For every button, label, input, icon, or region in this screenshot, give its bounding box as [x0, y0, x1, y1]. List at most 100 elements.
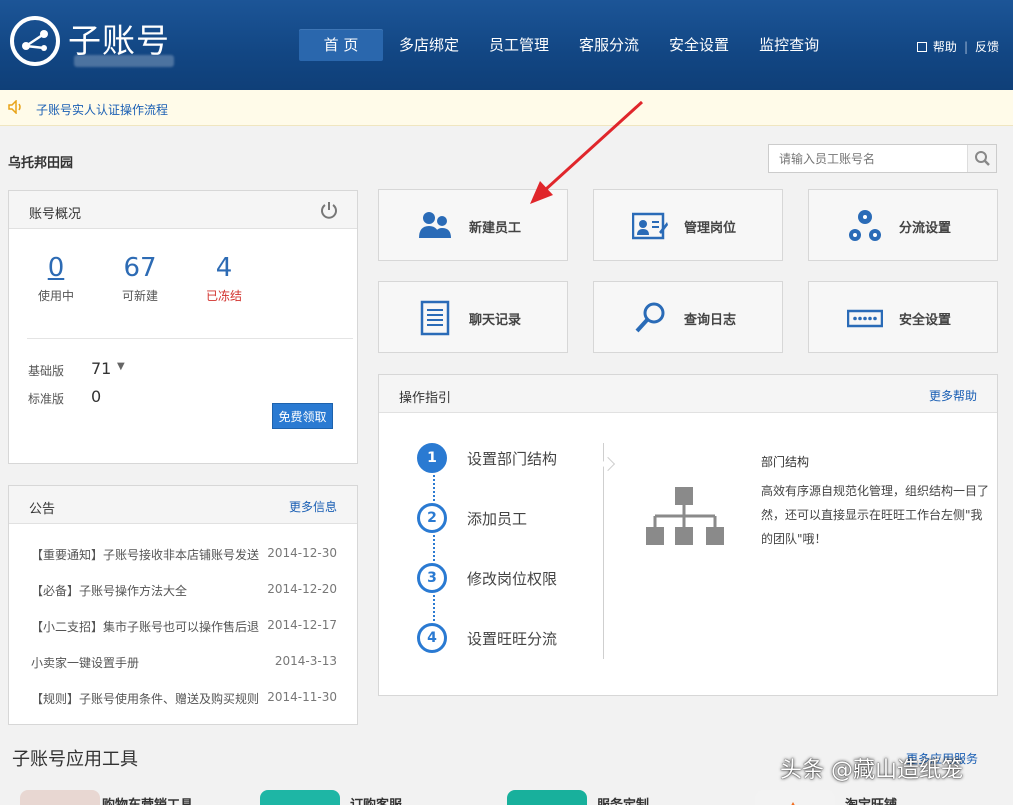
panel-header: 操作指引 更多帮助 — [379, 375, 997, 413]
guide-panel: 操作指引 更多帮助 1 设置部门结构 2 添加员工 3 修改岗位权限 4 设置旺… — [378, 374, 998, 696]
stat-frozen-value[interactable]: 4 — [194, 253, 254, 283]
external-link-icon — [916, 41, 927, 52]
news-date: 2014-12-17 — [267, 618, 337, 632]
news-date: 2014-3-13 — [274, 654, 337, 668]
nav-monitor[interactable]: 监控查询 — [747, 29, 831, 61]
nav-service-flow[interactable]: 客服分流 — [567, 29, 651, 61]
tile-manage-roles[interactable]: 管理岗位 — [593, 189, 783, 261]
panel-title: 公告 — [29, 502, 56, 517]
step-connector — [433, 475, 435, 501]
step-connector — [433, 535, 435, 561]
step-number: 1 — [417, 443, 447, 473]
tile-security-settings[interactable]: 安全设置 — [808, 281, 998, 353]
tools-section-title: 子账号应用工具 — [12, 749, 138, 770]
step-label[interactable]: 设置部门结构 — [467, 448, 557, 469]
help-link[interactable]: 帮助 — [933, 38, 957, 55]
shop-name: 乌托邦田园 — [8, 156, 74, 171]
step-number: 4 — [417, 623, 447, 653]
step-label[interactable]: 设置旺旺分流 — [467, 628, 557, 649]
version-standard-value: 0 — [91, 387, 102, 406]
nav-security[interactable]: 安全设置 — [657, 29, 741, 61]
account-overview-panel: 账号概况 0 使用中 67 可新建 4 已冻结 基础版 71 ▼ 标准版 0 免… — [8, 190, 358, 464]
tile-label: 聊天记录 — [469, 313, 522, 328]
tool-name[interactable]: 购物车营销工具 — [102, 794, 193, 805]
top-header: 子账号 首 页 多店绑定 员工管理 客服分流 安全设置 监控查询 帮助 | 反馈 — [0, 0, 1013, 90]
stat-frozen[interactable]: 4 已冻结 — [194, 253, 254, 304]
tile-flow-settings[interactable]: 分流设置 — [808, 189, 998, 261]
tile-query-log[interactable]: 查询日志 — [593, 281, 783, 353]
stat-frozen-label: 已冻结 — [205, 289, 242, 303]
speaker-icon — [8, 100, 21, 114]
search-button[interactable] — [967, 145, 996, 172]
guide-divider — [603, 443, 604, 659]
stat-in-use-label: 使用中 — [37, 289, 74, 303]
flow-icon — [849, 210, 881, 241]
step-number: 3 — [417, 563, 447, 593]
document-icon — [420, 300, 450, 336]
more-info-link[interactable]: 更多信息 — [289, 498, 337, 515]
notice-link[interactable]: 子账号实人认证操作流程 — [36, 101, 168, 118]
list-item[interactable]: 【重要通知】子账号接收非本店铺账号发送 2014-12-30 — [31, 546, 337, 562]
tool-name[interactable]: 服务定制 — [597, 794, 649, 805]
notice-bar: 子账号实人认证操作流程 — [0, 90, 1013, 126]
header-links: 帮助 | 反馈 — [916, 38, 999, 55]
service-icon — [260, 790, 340, 805]
nav-home[interactable]: 首 页 — [299, 29, 383, 61]
feedback-link[interactable]: 反馈 — [975, 38, 999, 55]
version-basic-label: 基础版 — [28, 364, 65, 378]
separator: | — [963, 39, 968, 54]
tile-label: 查询日志 — [684, 313, 737, 328]
news-title[interactable]: 【重要通知】子账号接收非本店铺账号发送 — [31, 546, 263, 563]
custom-icon — [507, 790, 587, 805]
stat-creatable-value: 67 — [123, 253, 157, 283]
list-item[interactable]: 【小二支招】集市子账号也可以操作售后退 2014-12-17 — [31, 618, 337, 634]
blurred-account-name — [74, 55, 174, 67]
id-card-icon — [632, 212, 668, 240]
news-title[interactable]: 【规则】子账号使用条件、赠送及购买规则 — [31, 690, 263, 707]
stat-in-use[interactable]: 0 使用中 — [26, 253, 86, 304]
search-input[interactable] — [769, 145, 967, 172]
tool-name[interactable]: 淘宝旺铺 — [845, 794, 897, 805]
cart-icon — [20, 790, 100, 805]
step-label[interactable]: 添加员工 — [467, 508, 527, 529]
step-number: 2 — [417, 503, 447, 533]
tool-name[interactable]: 订购客服 — [350, 794, 402, 805]
caret-down-icon[interactable]: ▼ — [117, 361, 125, 372]
tile-label: 新建员工 — [469, 221, 522, 236]
magnifier-icon — [975, 151, 990, 166]
nav-staff[interactable]: 员工管理 — [477, 29, 561, 61]
list-item[interactable]: 【规则】子账号使用条件、赠送及购买规则 2014-11-30 — [31, 690, 337, 706]
free-claim-button[interactable]: 免费领取 — [272, 403, 333, 429]
announcements-panel: 公告 更多信息 【重要通知】子账号接收非本店铺账号发送 2014-12-30 【… — [8, 485, 358, 725]
stat-in-use-value[interactable]: 0 — [26, 253, 86, 283]
version-basic-value: 71 — [91, 359, 112, 378]
more-help-link[interactable]: 更多帮助 — [929, 387, 977, 404]
tile-label: 安全设置 — [899, 313, 952, 328]
logo-icon[interactable] — [10, 16, 60, 66]
divider — [27, 338, 353, 339]
tile-chat-records[interactable]: 聊天记录 — [378, 281, 568, 353]
news-title[interactable]: 小卖家一键设置手册 — [31, 654, 263, 671]
list-item[interactable]: 小卖家一键设置手册 2014-3-13 — [31, 654, 337, 670]
org-chart-icon — [646, 487, 724, 545]
detail-title: 部门结构 — [761, 455, 810, 469]
shop-icon — [755, 790, 835, 805]
detail-description: 高效有序源自规范化管理，组织结构一目了然，还可以直接显示在旺旺工作台左侧"我的团… — [761, 484, 990, 546]
search-icon — [635, 302, 665, 333]
step-connector — [433, 595, 435, 621]
news-title[interactable]: 【必备】子账号操作方法大全 — [31, 582, 263, 599]
stat-creatable: 67 可新建 — [110, 253, 170, 304]
news-title[interactable]: 【小二支招】集市子账号也可以操作售后退 — [31, 618, 263, 635]
list-item[interactable]: 【必备】子账号操作方法大全 2014-12-20 — [31, 582, 337, 598]
power-icon[interactable] — [319, 200, 339, 220]
panel-title: 操作指引 — [399, 391, 452, 406]
news-date: 2014-12-30 — [267, 546, 337, 560]
step-label[interactable]: 修改岗位权限 — [467, 568, 557, 589]
search-box — [768, 144, 997, 173]
panel-header: 公告 更多信息 — [9, 486, 357, 524]
tile-new-staff[interactable]: 新建员工 — [378, 189, 568, 261]
watermark: 头条 @藏山造纸笼 — [780, 758, 963, 783]
nav-multi-store[interactable]: 多店绑定 — [387, 29, 471, 61]
users-icon — [419, 212, 451, 238]
password-icon — [847, 309, 883, 328]
